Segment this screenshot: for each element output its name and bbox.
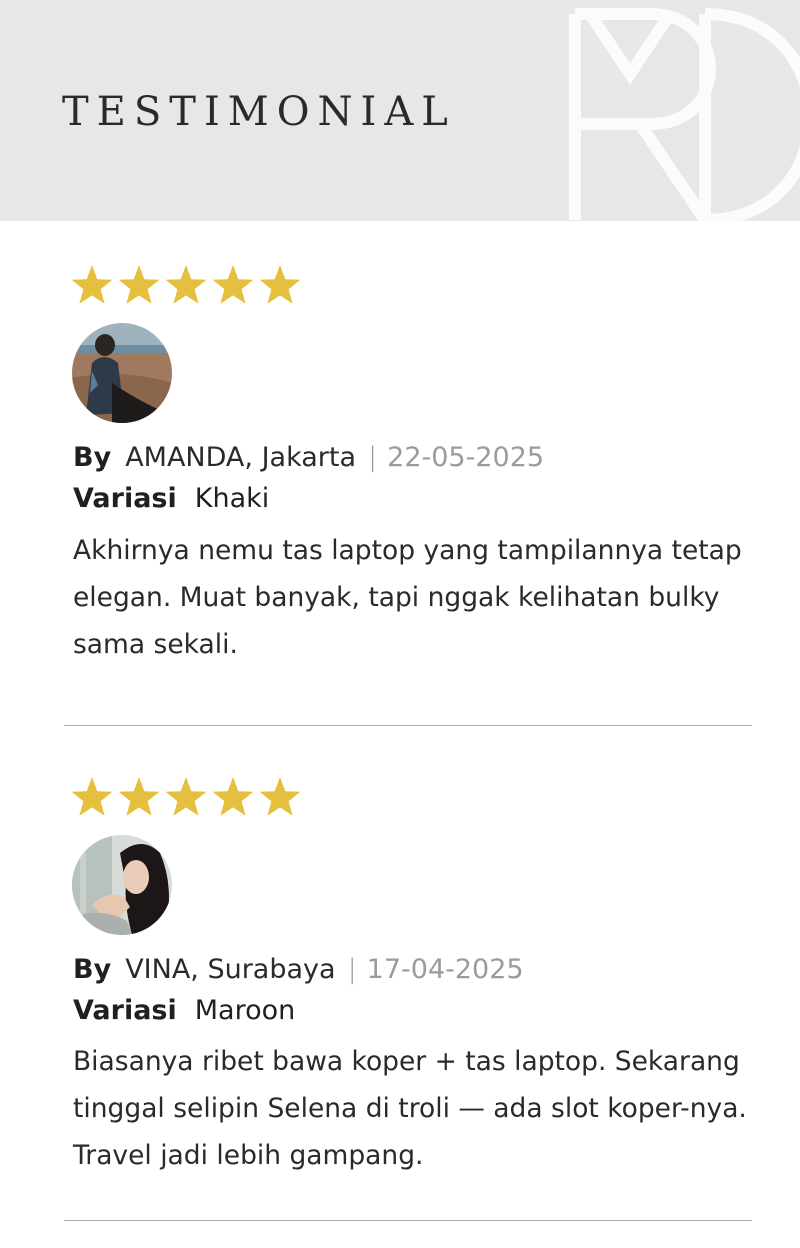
variant-info: Variasi Khaki (73, 481, 269, 517)
variant-value: Khaki (194, 483, 270, 514)
by-label: By (73, 442, 112, 473)
variant-label: Variasi (73, 995, 177, 1026)
star-icon (212, 777, 254, 816)
separator: | (347, 954, 357, 985)
review-date: 22-05-2025 (387, 442, 545, 473)
star-icon (259, 265, 301, 304)
separator: | (368, 442, 378, 473)
rating-stars (70, 264, 310, 308)
review-text: Akhirnya nemu tas laptop yang tampilanny… (73, 535, 742, 660)
star-icon (118, 265, 160, 304)
variant-label: Variasi (73, 483, 177, 514)
variant-info: Variasi Maroon (73, 993, 295, 1029)
variant-value: Maroon (194, 995, 296, 1026)
star-icon (165, 265, 207, 304)
star-icon (118, 777, 160, 816)
rating-stars (70, 776, 310, 820)
reviewer-avatar (72, 323, 172, 423)
reviewer-info: By AMANDA, Jakarta | 22-05-2025 (73, 440, 544, 476)
reviewer-avatar (72, 835, 172, 935)
page-title: TESTIMONIAL (62, 89, 456, 135)
star-icon (259, 777, 301, 816)
star-icon (212, 265, 254, 304)
reviewer-name: AMANDA, Jakarta (125, 442, 357, 473)
star-icon (165, 777, 207, 816)
star-icon (71, 265, 113, 304)
reviewer-info: By VINA, Surabaya | 17-04-2025 (73, 952, 524, 988)
divider (64, 1220, 752, 1221)
review-text: Biasanya ribet bawa koper + tas laptop. … (73, 1046, 747, 1171)
review-date: 17-04-2025 (366, 954, 524, 985)
by-label: By (73, 954, 112, 985)
testimonial-header: TESTIMONIAL (0, 0, 800, 221)
star-icon (71, 777, 113, 816)
divider (64, 725, 752, 726)
brand-monogram-logo (569, 8, 800, 221)
reviewer-name: VINA, Surabaya (125, 954, 336, 985)
